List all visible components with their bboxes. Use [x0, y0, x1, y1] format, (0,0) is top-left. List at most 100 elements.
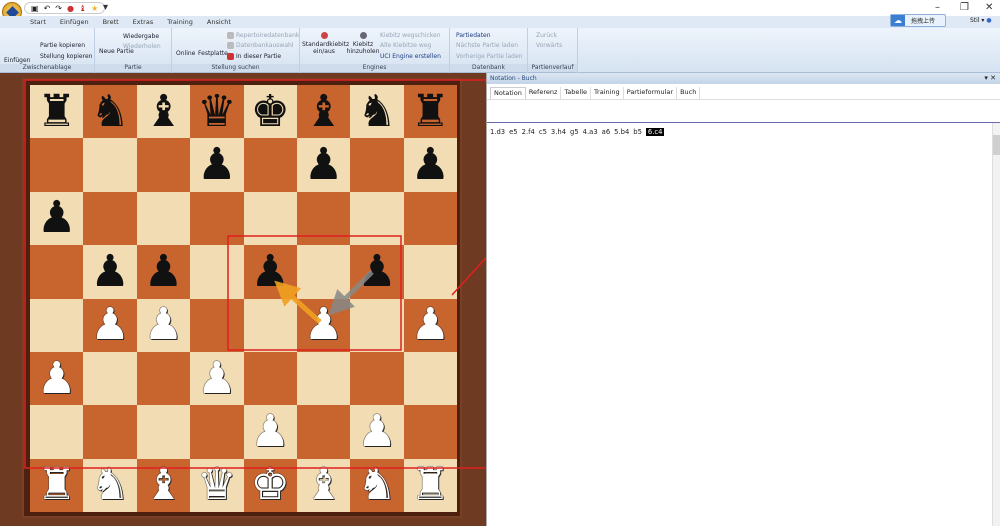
black-bishop-icon[interactable]: ♝: [144, 89, 183, 134]
square-h2[interactable]: [403, 405, 457, 459]
square-f2[interactable]: [296, 405, 351, 459]
qat-dropdown-icon[interactable]: ▾: [103, 2, 108, 13]
black-pawn-icon[interactable]: ♟: [357, 249, 396, 294]
white-rook-icon[interactable]: ♜: [37, 463, 76, 507]
white-knight-icon[interactable]: ♞: [90, 463, 129, 507]
restore-button[interactable]: ❐: [960, 2, 969, 13]
back-button[interactable]: Zurück: [536, 32, 557, 39]
square-g7[interactable]: [350, 138, 404, 192]
square-a2[interactable]: [30, 405, 84, 459]
create-uci-engine-button[interactable]: UCI Engine erstellen: [380, 53, 441, 60]
black-pawn-icon[interactable]: ♟: [304, 143, 343, 187]
white-pawn-icon[interactable]: ♟: [197, 356, 236, 401]
move[interactable]: b5: [633, 128, 642, 136]
square-f6[interactable]: [296, 191, 351, 246]
black-pawn-icon[interactable]: ♟: [144, 249, 183, 294]
white-knight-icon[interactable]: ♞: [357, 463, 396, 507]
white-bishop-icon[interactable]: ♝: [304, 463, 343, 507]
square-d7[interactable]: ♟: [190, 138, 244, 192]
square-d5[interactable]: [190, 245, 244, 299]
square-d8[interactable]: ♛: [190, 85, 244, 139]
panel-menu-icon[interactable]: ▾: [984, 74, 988, 82]
repertoire-button[interactable]: Repertoiredatenbank: [227, 32, 299, 39]
square-a5[interactable]: [30, 245, 84, 299]
move[interactable]: 1.d3: [490, 128, 505, 136]
square-f5[interactable]: [296, 245, 351, 299]
square-e8[interactable]: ♚: [243, 85, 297, 139]
square-f7[interactable]: ♟: [296, 138, 351, 192]
square-h1[interactable]: ♜: [403, 458, 457, 512]
tab-einfuegen[interactable]: Einfügen: [60, 18, 89, 26]
next-game-button[interactable]: Nächste Partie laden: [456, 42, 518, 49]
square-c1[interactable]: ♝: [136, 458, 191, 512]
square-a4[interactable]: [30, 298, 84, 352]
style-menu[interactable]: Stil ▾ ●: [970, 17, 992, 24]
standard-kibitz-button[interactable]: Standardkiebitz ein/aus: [302, 32, 349, 55]
black-king-icon[interactable]: ♚: [250, 89, 289, 134]
black-knight-icon[interactable]: ♞: [357, 89, 396, 134]
square-g3[interactable]: [350, 351, 404, 406]
black-pawn-icon[interactable]: ♟: [411, 143, 450, 187]
square-a6[interactable]: ♟: [30, 191, 84, 246]
black-knight-icon[interactable]: ♞: [90, 89, 129, 134]
square-g8[interactable]: ♞: [350, 85, 404, 139]
square-e2[interactable]: ♟: [243, 405, 297, 459]
upload-button[interactable]: ☁ 拖拽上传: [890, 14, 946, 27]
white-pawn-icon[interactable]: ♟: [357, 409, 396, 454]
square-h7[interactable]: ♟: [403, 138, 457, 192]
in-game-button[interactable]: In dieser Partie: [227, 53, 281, 60]
square-a3[interactable]: ♟: [30, 351, 84, 406]
square-b7[interactable]: [83, 138, 137, 192]
db-select-button[interactable]: Datenbankauswahl: [227, 42, 293, 49]
square-g6[interactable]: [350, 191, 404, 246]
scrollbar-thumb[interactable]: [993, 135, 1000, 155]
undo-icon[interactable]: ↶: [44, 4, 51, 13]
engine-icon[interactable]: ●: [67, 4, 74, 13]
tab-training[interactable]: Training: [167, 18, 193, 26]
tab-brett[interactable]: Brett: [103, 18, 119, 26]
square-d2[interactable]: [190, 405, 244, 459]
black-queen-icon[interactable]: ♛: [197, 89, 236, 134]
panel-close-icon[interactable]: ✕: [990, 74, 996, 82]
square-e5[interactable]: ♟: [243, 245, 297, 299]
all-kibitz-away-button[interactable]: Alle Kiebitze weg: [380, 42, 431, 49]
move[interactable]: 3.h4: [551, 128, 566, 136]
square-a7[interactable]: [30, 138, 84, 192]
tab-start[interactable]: Start: [30, 18, 46, 26]
scrollbar[interactable]: [992, 123, 1000, 526]
save-icon[interactable]: ▣: [31, 4, 39, 13]
white-pawn-icon[interactable]: ♟: [304, 303, 343, 347]
previous-game-button[interactable]: Vorherige Partie laden: [456, 53, 522, 60]
chess-board[interactable]: ♜ ♞ ♝ ♛ ♚ ♝ ♞ ♜ ♟ ♟ ♟ ♟ ♟ ♟ ♟ ♟ ♟ ♟ ♟ ♟ ♟ ♟ ♟ ♟ ♜ ♞ ♝ ♛ ♚ ♝ ♞ ♜: [30, 85, 457, 512]
square-g5[interactable]: ♟: [350, 245, 404, 299]
square-b8[interactable]: ♞: [83, 85, 137, 139]
square-h3[interactable]: [403, 351, 457, 406]
white-pawn-icon[interactable]: ♟: [250, 409, 289, 454]
move[interactable]: 4.a3: [583, 128, 598, 136]
repeat-button[interactable]: Wiederholen: [123, 43, 161, 50]
square-c7[interactable]: [136, 138, 191, 192]
white-queen-icon[interactable]: ♛: [197, 463, 236, 507]
square-h8[interactable]: ♜: [403, 85, 457, 139]
square-a1[interactable]: ♜: [30, 458, 84, 512]
square-g2[interactable]: ♟: [350, 405, 404, 459]
tab-ansicht[interactable]: Ansicht: [207, 18, 231, 26]
square-b6[interactable]: [83, 191, 137, 246]
tab-tabelle[interactable]: Tabelle: [561, 87, 592, 99]
redo-icon[interactable]: ↷: [55, 4, 62, 13]
copy-game-button[interactable]: Partie kopieren: [40, 42, 85, 49]
square-f1[interactable]: ♝: [296, 458, 351, 512]
move[interactable]: 5.b4: [614, 128, 629, 136]
close-button[interactable]: ✕: [985, 2, 993, 13]
white-pawn-icon[interactable]: ♟: [90, 303, 129, 347]
black-pawn-icon[interactable]: ♟: [90, 249, 129, 294]
forward-button[interactable]: Vorwärts: [536, 42, 562, 49]
square-a8[interactable]: ♜: [30, 85, 84, 139]
tab-buch[interactable]: Buch: [677, 87, 701, 99]
current-move[interactable]: 6.c4: [645, 128, 665, 136]
white-bishop-icon[interactable]: ♝: [144, 463, 183, 507]
black-rook-icon[interactable]: ♜: [37, 89, 76, 134]
square-e4[interactable]: [243, 298, 297, 352]
square-b5[interactable]: ♟: [83, 245, 137, 299]
square-g1[interactable]: ♞: [350, 458, 404, 512]
